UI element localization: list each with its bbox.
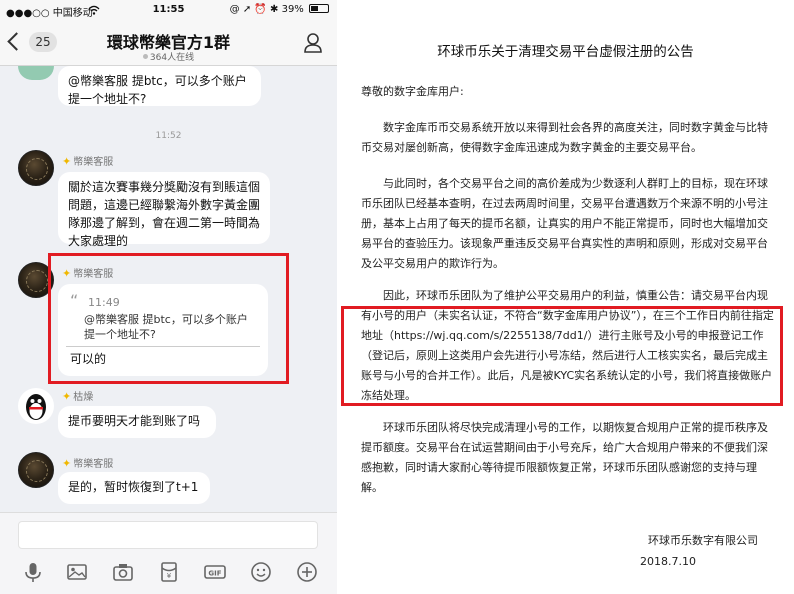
- chat-message: 提币要明天才能到账了吗: [58, 406, 216, 438]
- camera-icon[interactable]: [112, 561, 134, 583]
- image-icon[interactable]: [66, 561, 88, 583]
- message-text: 關於這次賽事幾分獎勵沒有到賬這個問題，這邊已經聯繫海外數字黃金團隊那邊了解到，會…: [68, 180, 261, 248]
- group-members-icon[interactable]: [303, 32, 323, 54]
- sender-name: ✦ 幣樂客服: [62, 155, 114, 168]
- input-area: ¥ GIF: [0, 512, 337, 594]
- paragraph-1: 数字金库币币交易系统开放以来得到社会各界的高度关注，同时数字黄金与比特币交易对屡…: [361, 121, 768, 154]
- plus-icon[interactable]: [296, 561, 318, 583]
- message-text: 提币要明天才能到账了吗: [68, 414, 201, 428]
- highlight-box: [48, 253, 289, 384]
- chat-header: 25 環球幣樂官方1群 364人在线: [0, 20, 337, 66]
- message-text: 是的，暂时恢復到了t+1: [68, 480, 199, 494]
- paragraph-2: 与此同时，各个交易平台之间的高价差成为少数逐利人群盯上的目标，现在环球币乐团队已…: [361, 177, 768, 270]
- chat-message: 關於這次賽事幾分獎勵沒有到賬這個問題，這邊已經聯繫海外數字黃金團隊那邊了解到，會…: [58, 172, 270, 248]
- admin-star-icon: ✦: [62, 155, 72, 168]
- status-bar: ●●●○○ 中国移动 11:55 @ ➚ ⏰ ✱ 39%: [0, 0, 337, 20]
- chat-screenshot: ●●●○○ 中国移动 11:55 @ ➚ ⏰ ✱ 39% 25 環球幣樂官方1群…: [0, 0, 337, 594]
- chat-message: @幣樂客服 提btc，可以多个账户提一个地址不?: [58, 66, 261, 106]
- online-count: 364人在线: [0, 50, 337, 63]
- admin-star-icon: ✦: [62, 390, 72, 403]
- sender-name: ✦ 枯燥: [62, 390, 94, 403]
- avatar[interactable]: [18, 150, 54, 186]
- emoji-icon[interactable]: [250, 561, 272, 583]
- avatar[interactable]: [18, 66, 54, 80]
- announcement-document: 环球币乐关于清理交易平台虚假注册的公告 尊敬的数字金库用户: 数字金库币币交易系…: [337, 0, 794, 594]
- chat-message: 是的，暂时恢復到了t+1: [58, 472, 210, 504]
- status-indicators: @ ➚ ⏰ ✱ 39%: [230, 4, 329, 15]
- paragraph-4: 环球币乐团队将尽快完成清理小号的工作，以期恢复合规用户正常的提币秩序及提币额度。…: [361, 421, 768, 494]
- chat-toolbar: ¥ GIF: [0, 555, 337, 587]
- battery-icon: [309, 4, 329, 13]
- penguin-avatar[interactable]: [18, 388, 54, 424]
- message-input[interactable]: [18, 521, 318, 549]
- highlight-box: [341, 306, 783, 406]
- admin-star-icon: ✦: [62, 457, 72, 470]
- signature-date: 2018.7.10: [640, 555, 696, 568]
- microphone-icon[interactable]: [22, 561, 44, 583]
- online-dot-icon: [142, 54, 148, 59]
- red-packet-icon[interactable]: ¥: [158, 561, 180, 583]
- sender-name: ✦ 幣樂客服: [62, 457, 114, 470]
- salutation: 尊敬的数字金库用户:: [361, 85, 464, 98]
- message-text: @幣樂客服 提btc，可以多个账户提一个地址不?: [68, 74, 247, 106]
- gif-icon[interactable]: GIF: [204, 561, 226, 583]
- svg-text:¥: ¥: [167, 572, 172, 580]
- avatar[interactable]: [18, 452, 54, 488]
- svg-text:GIF: GIF: [208, 570, 221, 578]
- announcement-title: 环球币乐关于清理交易平台虚假注册的公告: [437, 44, 694, 60]
- time-separator: 11:52: [155, 131, 182, 141]
- signature-organization: 环球币乐数字有限公司: [648, 534, 758, 547]
